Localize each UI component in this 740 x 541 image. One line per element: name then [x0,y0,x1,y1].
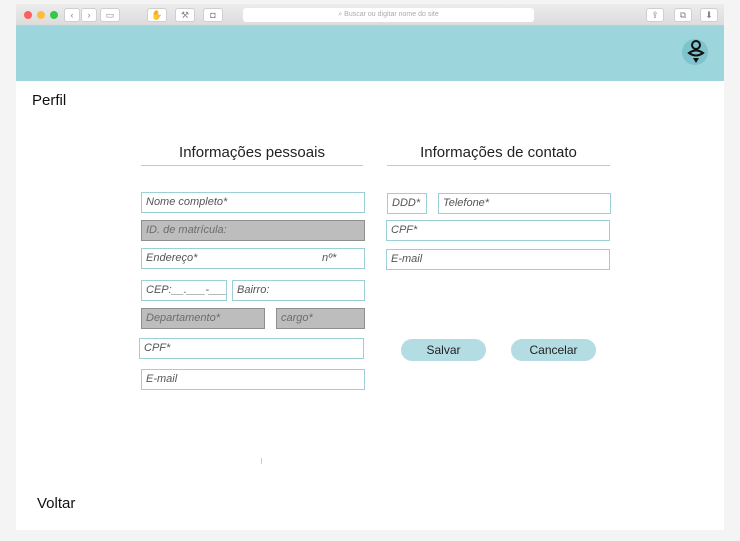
full-name-field[interactable]: Nome completo* [141,192,365,213]
download-icon[interactable]: ⬇ [700,8,718,22]
address-field[interactable]: Endereço* nº* [141,248,365,269]
minimize-window-icon[interactable] [37,11,45,19]
maximize-window-icon[interactable] [50,11,58,19]
email-field[interactable]: E-mail [141,369,365,390]
page-title: Perfil [32,92,67,109]
address-placeholder: Buscar ou digitar nome do site [344,11,439,18]
personal-info-title: Informações pessoais [141,144,363,166]
department-field[interactable]: Departamento* [141,308,265,329]
back-nav-icon[interactable]: ‹ [64,8,80,22]
save-button[interactable]: Salvar [401,339,486,361]
back-link[interactable]: Voltar [37,495,75,512]
address-number-label: nº* [322,252,337,264]
address-label: Endereço* [146,252,198,264]
app-header [16,26,724,81]
ddd-field[interactable]: DDD* [387,193,427,214]
cancel-button[interactable]: Cancelar [511,339,596,361]
pocket-icon[interactable]: ◘ [203,8,223,22]
address-bar[interactable]: ⌕ Buscar ou digitar nome do site [243,8,534,22]
wrench-icon[interactable]: ⚒ [175,8,195,22]
contact-cpf-field[interactable]: CPF* [386,220,610,241]
close-window-icon[interactable] [24,11,32,19]
hand-icon[interactable]: ✋ [147,8,167,22]
role-field[interactable]: cargo* [276,308,365,329]
contact-info-title: Informações de contato [387,144,610,166]
forward-nav-icon[interactable]: › [81,8,97,22]
cpf-field[interactable]: CPF* [139,338,364,359]
divider-mark [261,458,262,464]
app-window: Perfil Informações pessoais Nome complet… [16,26,724,530]
phone-field[interactable]: Telefone* [438,193,611,214]
neighborhood-field[interactable]: Bairro: [232,280,365,301]
cep-field[interactable]: CEP:__.___-___ [141,280,227,301]
share-icon[interactable]: ⇪ [646,8,664,22]
enrollment-id-field: ID. de matrícula: [141,220,365,241]
browser-toolbar: ‹ › ▭ ✋ ⚒ ◘ ⌕ Buscar ou digitar nome do … [16,4,724,26]
user-avatar-icon[interactable] [681,36,709,66]
sidebar-icon[interactable]: ▭ [100,8,120,22]
contact-email-field[interactable]: E-mail [386,249,610,270]
tabs-icon[interactable]: ⧉ [674,8,692,22]
